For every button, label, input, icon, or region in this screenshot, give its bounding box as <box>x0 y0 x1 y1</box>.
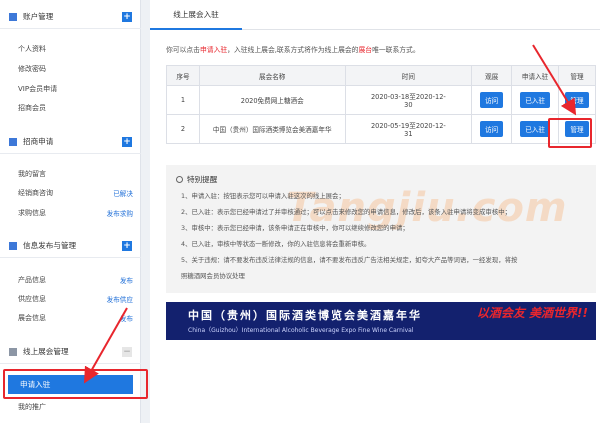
sidebar-item-expo[interactable]: 展会信息 发布 <box>18 310 133 326</box>
table-header: 序号 展会名称 时间 观展 申请入驻 管理 <box>166 65 596 86</box>
expo-banner[interactable]: 中国（贵州）国际酒类博览会美酒嘉年华 China（Guizhou）Interna… <box>166 302 596 340</box>
recruit-icon <box>9 137 17 146</box>
sidebar-item-profile[interactable]: 个人资料 <box>18 41 133 57</box>
expand-icon[interactable]: + <box>122 137 132 147</box>
notice-box: Tangjiu.com 特别提醒 1、申请入驻：按钮表示您可以申请入驻这次的线上… <box>166 165 596 293</box>
highlight-box-manage <box>548 118 592 148</box>
cell-no: 1 <box>166 85 200 115</box>
expo-table: 序号 展会名称 时间 观展 申请入驻 管理 1 2020免费网上糖酒会 2020… <box>166 65 596 144</box>
sidebar: 账户管理 + 个人资料 修改密码 VIP会员申请 招商会员 招商申请 + 我的留… <box>0 0 141 423</box>
tab-online-expo[interactable]: 线上展会入驻 <box>150 0 242 30</box>
th-no: 序号 <box>166 65 200 86</box>
expand-icon[interactable]: + <box>122 12 132 22</box>
notice-line: 照糖酒网会员协议处理 <box>181 272 245 280</box>
th-name: 展会名称 <box>198 65 346 86</box>
intro-text: 你可以点击申请入驻，入驻线上展会,联系方式将作为线上展会的展台唯一联系方式。 <box>166 46 420 54</box>
notice-line: 3、审核中：表示您已经申请，该条申请正在审核中，你可以继续修改您的申请； <box>181 224 409 232</box>
table-row: 2 中国（贵州）国际酒类博览会美酒嘉年华 2020-05-19至2020-12-… <box>166 114 596 144</box>
sidebar-item-supply[interactable]: 供应信息 发布供应 <box>18 291 133 307</box>
section-title: 信息发布与管理 <box>23 241 77 250</box>
sidebar-item-vip[interactable]: VIP会员申请 <box>18 81 133 97</box>
section-title: 招商申请 <box>23 137 54 146</box>
banner-art-text: 以酒会友 美酒世界!! <box>476 306 588 320</box>
cell-name: 2020免费网上糖酒会 <box>198 85 346 115</box>
sidebar-item-messages[interactable]: 我的留言 <box>18 166 133 182</box>
notice-line: 5、关于违规：请不要发布违反法律法规的信息，请不要发布违反广告法相关规定，如夸大… <box>181 256 518 264</box>
banner-title: 中国（贵州）国际酒类博览会美酒嘉年华 <box>188 309 422 322</box>
banner-subtitle: China（Guizhou）International Alcoholic Be… <box>188 327 414 334</box>
section-recruit[interactable]: 招商申请 + <box>0 130 141 154</box>
notice-line: 1、申请入驻：按钮表示您可以申请入驻这次的线上展会； <box>181 192 345 200</box>
expand-icon[interactable]: + <box>122 241 132 251</box>
sidebar-item-password[interactable]: 修改密码 <box>18 61 133 77</box>
cell-time: 2020-03-18至2020-12- 30 <box>344 85 473 115</box>
highlight-box-apply <box>3 369 148 399</box>
table-row: 1 2020免费网上糖酒会 2020-03-18至2020-12- 30 访问 已… <box>166 85 596 115</box>
cell-time: 2020-05-19至2020-12- 31 <box>344 114 473 144</box>
publish-icon <box>9 241 17 250</box>
notice-line: 2、已入驻：表示您已经申请过了并审核通过；可以点击来修改您的申请信息，修改后，该… <box>181 208 511 216</box>
section-account[interactable]: 账户管理 + <box>0 5 141 29</box>
sidebar-item-dealer[interactable]: 经销商咨询 已解决 <box>18 185 133 201</box>
pin-icon <box>176 176 183 183</box>
section-title: 线上展会管理 <box>23 347 69 356</box>
section-online-expo[interactable]: 线上展会管理 − <box>0 340 141 364</box>
th-manage: 管理 <box>558 65 596 86</box>
th-apply: 申请入驻 <box>511 65 560 86</box>
sidebar-item-purchase[interactable]: 求购信息 发布求购 <box>18 205 133 221</box>
collapse-icon[interactable]: − <box>122 347 132 357</box>
cell-name: 中国（贵州）国际酒类博览会美酒嘉年华 <box>198 114 346 144</box>
notice-title: 特别提醒 <box>176 174 217 185</box>
tab-bar: 线上展会入驻 <box>150 0 600 30</box>
main-panel: 线上展会入驻 你可以点击申请入驻，入驻线上展会,联系方式将作为线上展会的展台唯一… <box>150 0 600 423</box>
visit-button[interactable]: 访问 <box>480 92 504 108</box>
joined-button[interactable]: 已入驻 <box>520 121 550 137</box>
sidebar-item-merchant[interactable]: 招商会员 <box>18 100 133 116</box>
cell-no: 2 <box>166 114 200 144</box>
section-title: 账户管理 <box>23 12 54 21</box>
sidebar-item-products[interactable]: 产品信息 发布 <box>18 272 133 288</box>
joined-button[interactable]: 已入驻 <box>520 92 550 108</box>
th-view: 观展 <box>471 65 513 86</box>
manage-button[interactable]: 管理 <box>565 92 589 108</box>
th-time: 时间 <box>344 65 473 86</box>
section-publish[interactable]: 信息发布与管理 + <box>0 234 141 258</box>
notice-line: 4、已入驻，审核中等状态一断修改，你的入驻信息将会重新审核。 <box>181 240 371 248</box>
online-expo-icon <box>9 347 17 356</box>
visit-button[interactable]: 访问 <box>480 121 504 137</box>
sidebar-item-promotion[interactable]: 我的推广 <box>18 399 133 415</box>
account-icon <box>9 12 17 21</box>
